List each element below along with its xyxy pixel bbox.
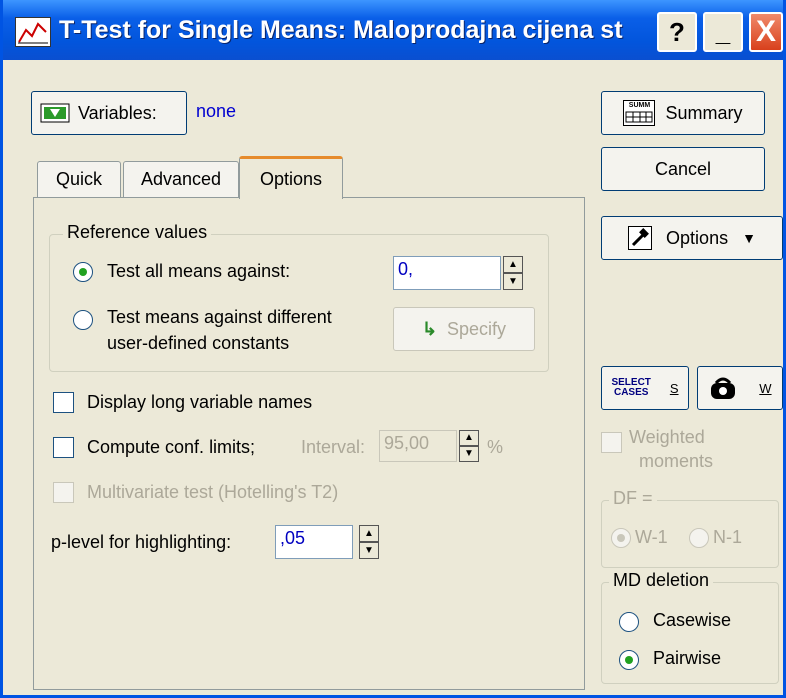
interval-label: Interval: xyxy=(301,437,366,457)
weighted-moments-label-1: Weighted xyxy=(629,427,705,447)
summary-icon: SUMM xyxy=(623,100,656,126)
cancel-button[interactable]: Cancel xyxy=(601,147,765,191)
spin-down-icon[interactable]: ▼ xyxy=(503,273,523,290)
pairwise-radio[interactable] xyxy=(619,650,639,670)
casewise-radio[interactable] xyxy=(619,612,639,632)
compute-conf-limits-checkbox[interactable] xyxy=(53,437,74,458)
interval-spinner[interactable]: ▲ ▼ xyxy=(459,430,479,462)
spin-up-icon[interactable]: ▲ xyxy=(359,525,379,542)
pairwise-label: Pairwise xyxy=(653,648,722,668)
percent-label: % xyxy=(487,437,504,457)
dropdown-arrow-icon: ▼ xyxy=(742,230,756,246)
app-graph-icon xyxy=(15,17,51,47)
test-all-means-input[interactable]: 0, xyxy=(393,256,501,290)
test-all-means-radio[interactable] xyxy=(73,262,93,282)
md-deletion-legend: MD deletion xyxy=(609,570,714,591)
variables-value: none xyxy=(196,101,237,121)
options-menu-label: Options xyxy=(666,227,729,248)
display-long-names-checkbox[interactable] xyxy=(53,392,74,413)
df-w1-label: W-1 xyxy=(635,527,668,547)
options-menu-button[interactable]: Options ▼ xyxy=(601,216,783,260)
select-cases-text-2: CASES xyxy=(613,387,649,398)
window-title: T-Test for Single Means: Maloprodajna ci… xyxy=(59,16,623,44)
multivariate-test-label: Multivariate test (Hotelling's T2) xyxy=(87,482,339,502)
compute-conf-limits-label: Compute conf. limits; xyxy=(87,437,256,457)
help-button[interactable]: ? xyxy=(657,12,697,52)
casewise-label: Casewise xyxy=(653,610,732,630)
weighted-moments-checkbox[interactable] xyxy=(601,432,622,453)
select-cases-key: S xyxy=(669,380,679,396)
title-bar[interactable]: T-Test for Single Means: Maloprodajna ci… xyxy=(3,0,783,60)
reference-values-legend: Reference values xyxy=(63,222,212,243)
tab-quick[interactable]: Quick xyxy=(37,161,121,197)
specify-button[interactable]: ↳ Specify xyxy=(393,307,535,351)
weight-key: W xyxy=(759,380,772,396)
weight-button[interactable]: W xyxy=(697,366,783,410)
summary-icon-text: SUMM xyxy=(628,102,651,109)
test-means-different-label-2: user-defined constants xyxy=(107,333,290,353)
variables-icon xyxy=(40,103,70,123)
test-means-different-radio[interactable] xyxy=(73,310,93,330)
spin-down-icon[interactable]: ▼ xyxy=(459,446,479,462)
test-all-means-spinner[interactable]: ▲ ▼ xyxy=(503,256,523,290)
t-test-dialog: T-Test for Single Means: Maloprodajna ci… xyxy=(0,0,786,698)
weight-icon xyxy=(708,375,738,401)
df-legend: DF = xyxy=(609,488,657,509)
select-cases-icon: SELECT CASES xyxy=(611,378,650,398)
specify-icon: ↳ xyxy=(421,318,438,339)
variables-button[interactable]: Variables: xyxy=(31,91,187,135)
df-n1-label: N-1 xyxy=(713,527,743,547)
select-cases-button[interactable]: SELECT CASES S xyxy=(601,366,689,410)
tab-options[interactable]: Options xyxy=(239,156,343,199)
display-long-names-label: Display long variable names xyxy=(87,392,313,412)
df-w1-radio[interactable] xyxy=(611,528,631,548)
df-n1-radio[interactable] xyxy=(689,528,709,548)
specify-button-label: Specify xyxy=(447,318,507,339)
test-means-different-label-1: Test means against different xyxy=(107,307,332,327)
hammer-icon xyxy=(628,226,653,250)
spin-up-icon[interactable]: ▲ xyxy=(503,256,523,273)
summary-button-label: Summary xyxy=(665,102,743,123)
test-all-means-label: Test all means against: xyxy=(107,261,291,281)
p-level-spinner[interactable]: ▲ ▼ xyxy=(359,525,379,559)
weighted-moments-label-2: moments xyxy=(639,451,714,471)
p-level-input[interactable]: ,05 xyxy=(275,525,353,559)
close-button[interactable]: X xyxy=(749,12,783,52)
tab-advanced[interactable]: Advanced xyxy=(123,161,239,197)
summary-button[interactable]: SUMM Summary xyxy=(601,91,765,135)
minimize-button[interactable]: _ xyxy=(703,12,743,52)
interval-input[interactable]: 95,00 xyxy=(379,430,457,462)
multivariate-test-checkbox[interactable] xyxy=(53,482,74,503)
variables-button-label: Variables: xyxy=(78,102,157,123)
spin-up-icon[interactable]: ▲ xyxy=(459,430,479,446)
p-level-label: p-level for highlighting: xyxy=(51,532,232,552)
spin-down-icon[interactable]: ▼ xyxy=(359,542,379,559)
